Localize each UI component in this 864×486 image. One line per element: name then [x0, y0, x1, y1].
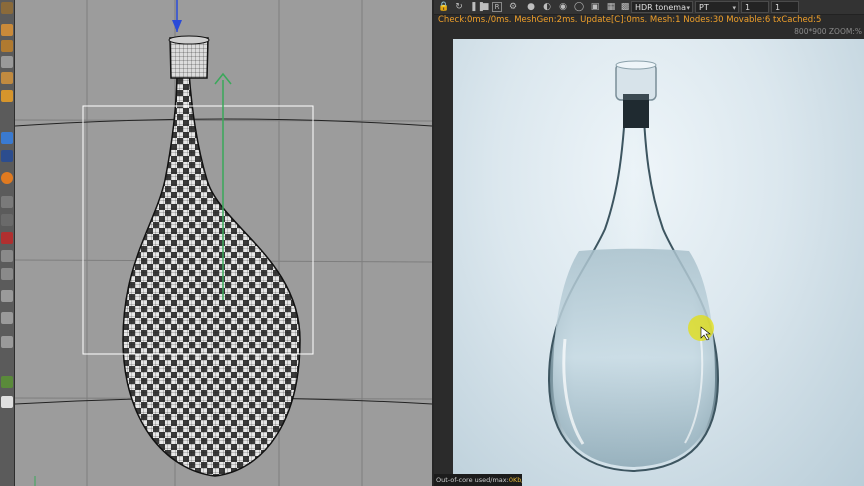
snap-icon[interactable]	[1, 150, 13, 162]
application-window: 🔒 ↻ ❚❚ ■ R ⚙ ● ◐ ◉ ◯ ▣ ▦ ▩ HDR tonema ▾ P…	[0, 0, 864, 486]
workplane-icon[interactable]	[1, 196, 13, 208]
undo-icon[interactable]	[1, 2, 13, 14]
polygon-mode-icon[interactable]	[1, 56, 13, 68]
cube-object-icon[interactable]	[1, 24, 13, 36]
rendered-bottle-image	[547, 60, 720, 473]
refresh-icon[interactable]: ↻	[454, 2, 464, 12]
point-mode-icon[interactable]	[1, 90, 13, 102]
stop-icon[interactable]: ■	[480, 2, 490, 12]
render-stats-text: Check:0ms./0ms. MeshGen:2ms. Update[C]:0…	[438, 15, 822, 25]
move-tool-icon[interactable]	[1, 172, 13, 184]
render-canvas[interactable]	[453, 39, 864, 486]
knife-icon[interactable]	[1, 312, 13, 324]
bottle-mesh-object[interactable]	[122, 35, 301, 477]
chevron-down-icon: ▾	[732, 4, 736, 12]
crop-icon[interactable]: ▦	[606, 2, 616, 12]
memory-status-label: Out-of-core used/max:	[436, 476, 509, 484]
tonemap-select[interactable]: HDR tonema ▾	[631, 1, 693, 13]
sphere-icon[interactable]: ●	[526, 2, 536, 12]
edit-render-icon[interactable]	[1, 376, 13, 388]
left-tool-palette	[0, 0, 15, 486]
render-field-2-value: 1	[775, 3, 781, 12]
edge-mode-icon[interactable]	[1, 72, 13, 84]
render-field-1[interactable]: 1	[741, 1, 769, 13]
bridge-icon[interactable]	[1, 336, 13, 348]
lock-icon[interactable]: 🔒	[438, 2, 449, 12]
texture-mode-icon[interactable]	[1, 214, 13, 226]
chevron-down-icon: ▾	[686, 4, 690, 12]
render-region-icon[interactable]	[1, 232, 13, 244]
film-icon[interactable]: ▣	[590, 2, 600, 12]
download-icon[interactable]	[1, 396, 13, 408]
grid-icon[interactable]: ▩	[620, 2, 630, 12]
tonemap-select-value: HDR tonema	[635, 3, 686, 12]
half-sphere-icon[interactable]: ◐	[542, 2, 552, 12]
paint-icon[interactable]	[1, 250, 13, 262]
camera-icon[interactable]: ◉	[558, 2, 568, 12]
checker-object-icon[interactable]	[1, 40, 13, 52]
render-toolbar: 🔒 ↻ ❚❚ ■ R ⚙ ● ◐ ◉ ◯ ▣ ▦ ▩ HDR tonema ▾ P…	[434, 0, 864, 15]
lamp-icon[interactable]: ◯	[574, 2, 584, 12]
settings-gear-icon[interactable]: ⚙	[508, 2, 518, 12]
3d-viewport[interactable]	[15, 0, 432, 486]
render-resolution-text: 800*900 ZOOM:%	[794, 27, 862, 36]
memory-status-bar: Out-of-core used/max:0Kb/4Gb	[434, 474, 522, 486]
render-window: 🔒 ↻ ❚❚ ■ R ⚙ ● ◐ ◉ ◯ ▣ ▦ ▩ HDR tonema ▾ P…	[434, 0, 864, 486]
viewport-scene	[15, 0, 432, 486]
lock-axis-icon[interactable]	[1, 290, 13, 302]
region-icon[interactable]: R	[492, 2, 502, 12]
render-field-2[interactable]: 1	[771, 1, 799, 13]
render-field-1-value: 1	[745, 3, 751, 12]
memory-status-value: 0Kb/4Gb	[508, 476, 522, 484]
render-mode-select-value: PT	[699, 3, 709, 12]
magnet-icon[interactable]	[1, 132, 13, 144]
pause-icon[interactable]: ❚❚	[470, 2, 485, 12]
sculpt-icon[interactable]	[1, 268, 13, 280]
render-mode-select[interactable]: PT ▾	[695, 1, 739, 13]
